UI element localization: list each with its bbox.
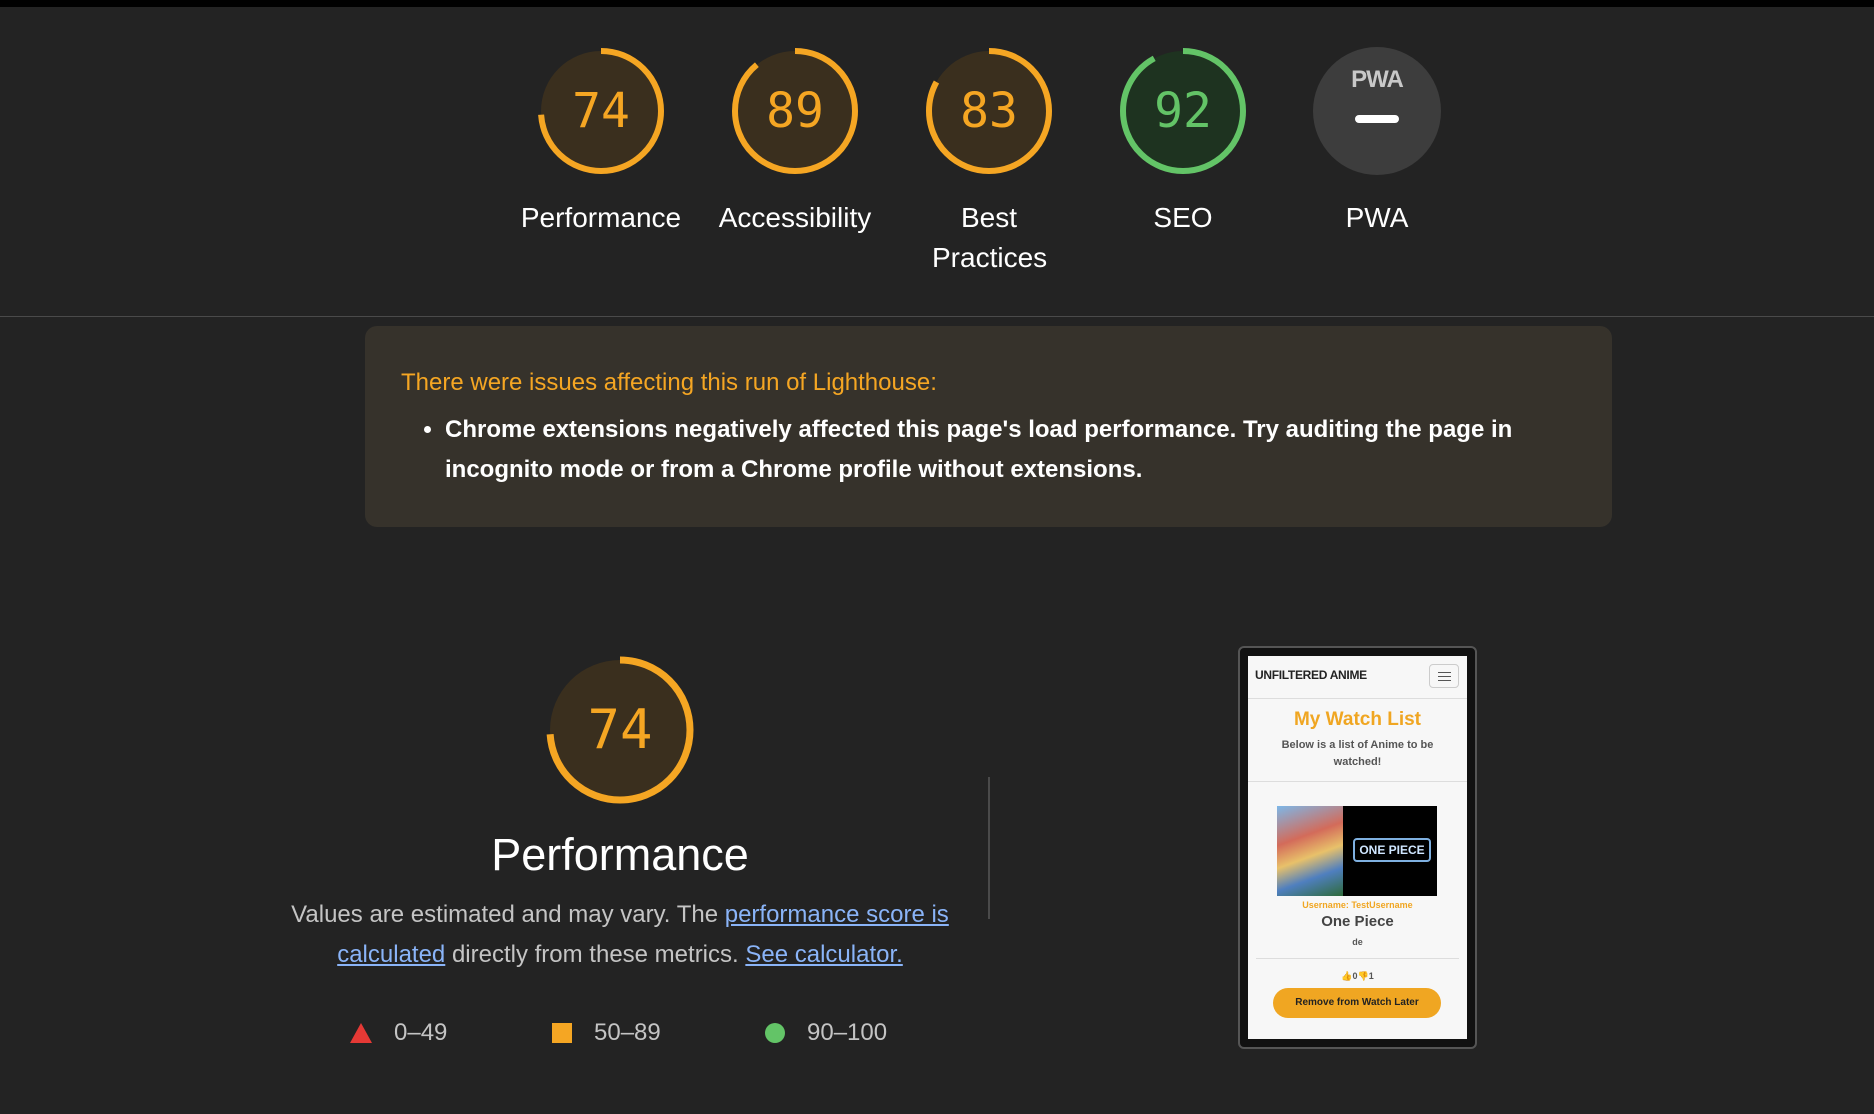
pwa-dash-icon (1355, 115, 1399, 123)
gauge-score: 89 (766, 83, 824, 139)
screenshot-title: My Watch List (1293, 709, 1422, 730)
gauge-label: Performance (520, 202, 682, 233)
legend-pass: 90–100 (765, 1015, 887, 1051)
screenshot-anime-title: One Piece (1321, 913, 1394, 930)
screenshot-divider (1248, 781, 1467, 782)
section-divider (0, 316, 1874, 317)
pwa-logo-icon: PWA (1351, 66, 1404, 93)
gauge-ring: 83 (924, 46, 1054, 176)
screenshot-detail: de (1352, 937, 1363, 947)
legend-range: 0–49 (394, 1019, 448, 1046)
gauge-label: PWA (1345, 202, 1409, 233)
anime-cover-image: ONE PIECE (1277, 806, 1437, 896)
green-circle-icon (765, 1023, 785, 1043)
screenshot-votes: 👍0👎1 (1341, 971, 1374, 981)
gauge-ring: 92 (1118, 46, 1248, 176)
gauge-performance[interactable]: 74 Performance (504, 46, 698, 238)
gauge-label: Accessibility (718, 202, 872, 233)
top-rule (0, 0, 1874, 7)
category-gauges: 74 Performance 89 Accessibility 83 Best … (0, 46, 1874, 316)
gauge-score: 83 (960, 83, 1018, 139)
warning-title: There were issues affecting this run of … (401, 369, 937, 396)
anime-poster-image (1277, 806, 1343, 896)
warning-item: Chrome extensions negatively affected th… (445, 410, 1576, 490)
screenshot-subtitle: Below is a list of Anime to be watched! (1281, 739, 1434, 768)
performance-title: Performance (491, 829, 749, 880)
vertical-divider (988, 777, 990, 919)
score-legend: 0–49 50–89 90–100 (350, 1015, 950, 1051)
red-triangle-icon (350, 1023, 372, 1043)
legend-average: 50–89 (552, 1015, 661, 1051)
screenshot-header: UNFILTERED ANIME (1248, 656, 1467, 699)
gauge-best-practices[interactable]: 83 Best Practices (892, 46, 1086, 278)
gauge-accessibility[interactable]: 89 Accessibility (698, 46, 892, 238)
see-calculator-link[interactable]: See calculator. (745, 941, 902, 968)
gauge-seo[interactable]: 92 SEO (1086, 46, 1280, 238)
desc-text: directly from these metrics. (445, 941, 746, 968)
hamburger-icon (1429, 664, 1459, 688)
gauge-score: 92 (1154, 83, 1212, 139)
pwa-badge: PWA (1312, 46, 1442, 176)
screenshot-page: UNFILTERED ANIME My Watch List Below is … (1248, 656, 1467, 1039)
legend-fail: 0–49 (350, 1015, 447, 1051)
warning-list: Chrome extensions negatively affected th… (401, 410, 1576, 490)
performance-gauge: 74 (545, 655, 695, 805)
orange-square-icon (552, 1023, 572, 1043)
screenshot-divider (1256, 958, 1459, 959)
gauge-label: Best Practices (932, 202, 1048, 273)
anime-logo: ONE PIECE (1353, 838, 1431, 862)
legend-range: 90–100 (807, 1019, 888, 1046)
gauge-ring: 74 (536, 46, 666, 176)
performance-score: 74 (587, 698, 653, 761)
desc-text: Values are estimated and may vary. The (291, 901, 725, 928)
screenshot-username: Username: TestUsername (1302, 900, 1413, 910)
screenshot-brand: UNFILTERED ANIME (1255, 668, 1367, 682)
performance-description: Values are estimated and may vary. The p… (290, 895, 950, 975)
gauge-pwa[interactable]: PWA PWA (1280, 46, 1474, 238)
warning-box: There were issues affecting this run of … (365, 326, 1612, 527)
gauge-label: SEO (1153, 202, 1213, 233)
gauge-score: 74 (572, 83, 630, 139)
gauge-ring: 89 (730, 46, 860, 176)
performance-section: 74 Performance Values are estimated and … (290, 655, 950, 975)
remove-watch-later-button: Remove from Watch Later (1273, 988, 1441, 1018)
legend-range: 50–89 (594, 1019, 661, 1046)
final-screenshot[interactable]: UNFILTERED ANIME My Watch List Below is … (1238, 646, 1477, 1049)
